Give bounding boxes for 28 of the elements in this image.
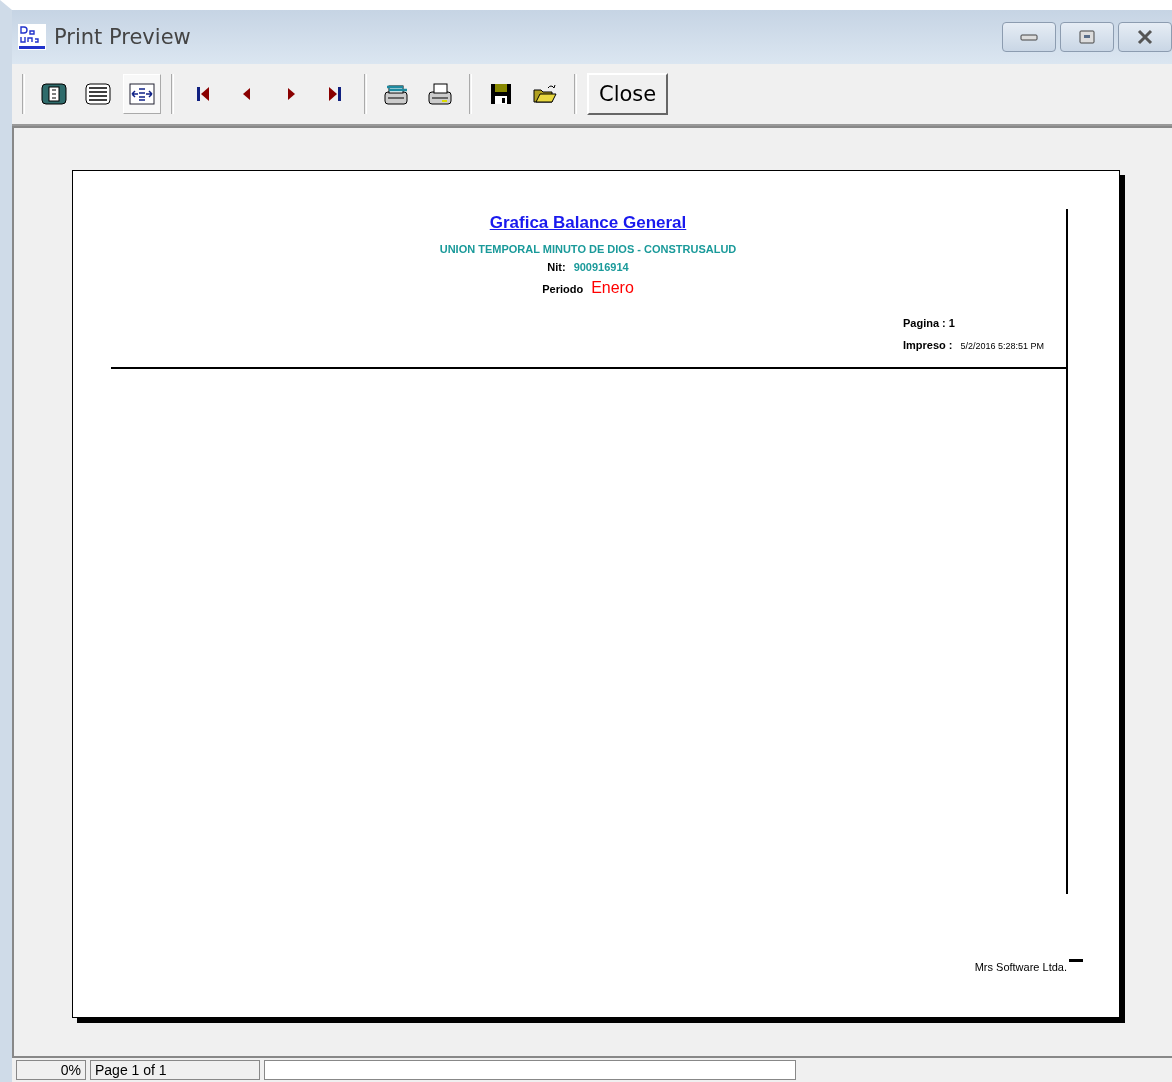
page-icon [39,80,69,108]
zoom-level: 0% [16,1060,86,1080]
window-title: Print Preview [54,25,191,49]
previous-icon [241,86,253,102]
period-label: Periodo [542,283,584,295]
close-preview-button[interactable]: Close [587,73,669,115]
company-name: UNION TEMPORAL MINUTO DE DIOS - CONSTRUSALUD [439,243,737,255]
close-button[interactable] [1118,22,1172,52]
fit-width-button[interactable] [123,74,161,114]
close-icon [1137,29,1153,45]
minimize-icon [1020,32,1038,42]
maximize-button[interactable] [1060,22,1114,52]
next-icon [285,86,297,102]
report-title: Grafica Balance General [489,213,687,233]
page-number: Pagina : 1 [903,317,956,329]
footer-text: Mrs Software Ltda. [974,961,1067,973]
lines-icon [83,80,113,108]
nit-value: 900916914 [573,261,629,273]
nit-label: Nit: [547,261,566,273]
print-icon [425,80,455,108]
app-logo-icon [18,24,46,50]
minimize-button[interactable] [1002,22,1056,52]
maximize-icon [1079,30,1095,44]
page-indicator: Page 1 of 1 [90,1060,260,1080]
printed-date: 5/2/2016 5:28:51 PM [960,341,1045,351]
printed-label: Impreso : [903,339,953,351]
period-value: Enero [591,279,634,297]
fit-width-icon [127,80,157,108]
